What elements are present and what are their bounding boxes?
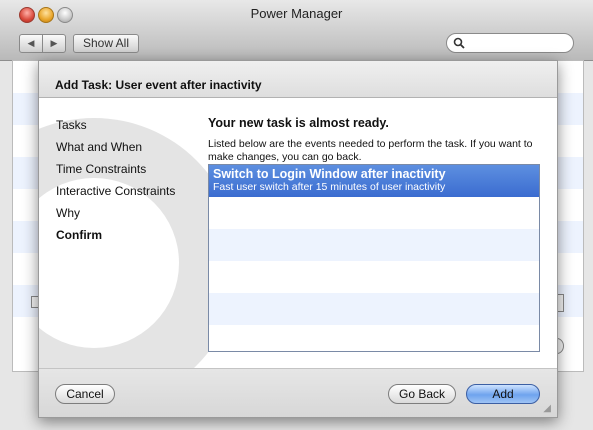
sheet-footer: Cancel Go Back Add ◢ [39, 368, 557, 417]
add-task-sheet: Add Task: User event after inactivity Ta… [38, 60, 558, 418]
step-interactive-constraints: Interactive Constraints [56, 184, 176, 198]
back-forward-control: ◀ ▶ [19, 34, 66, 53]
step-time-constraints: Time Constraints [56, 162, 147, 176]
empty-row [209, 293, 539, 325]
empty-row [209, 229, 539, 261]
search-icon [453, 37, 465, 49]
sheet-title: Add Task: User event after inactivity [55, 78, 262, 92]
step-why: Why [56, 206, 80, 220]
sheet-body: Tasks What and When Time Constraints Int… [39, 98, 557, 368]
back-arrow-icon[interactable]: ◀ [20, 35, 43, 52]
events-table[interactable]: Switch to Login Window after inactivity … [208, 164, 540, 352]
empty-row [209, 197, 539, 229]
event-subtitle: Fast user switch after 15 minutes of use… [213, 181, 446, 193]
go-back-button[interactable]: Go Back [388, 384, 456, 404]
show-all-button[interactable]: Show All [73, 34, 139, 53]
event-row[interactable]: Switch to Login Window after inactivity … [209, 165, 539, 197]
wizard-steps: Tasks What and When Time Constraints Int… [56, 114, 175, 246]
confirm-heading: Your new task is almost ready. [208, 116, 389, 130]
resize-grip-icon[interactable]: ◢ [543, 403, 551, 414]
step-confirm: Confirm [56, 228, 102, 242]
empty-row [209, 261, 539, 293]
forward-arrow-icon[interactable]: ▶ [43, 35, 65, 52]
search-input[interactable] [446, 33, 574, 53]
event-title: Switch to Login Window after inactivity [213, 167, 446, 181]
cancel-button[interactable]: Cancel [55, 384, 115, 404]
empty-row [209, 325, 539, 351]
step-tasks: Tasks [56, 118, 87, 132]
confirm-description: Listed below are the events needed to pe… [208, 138, 533, 163]
window-title: Power Manager [250, 6, 343, 21]
add-button[interactable]: Add [466, 384, 540, 404]
step-what-and-when: What and When [56, 140, 143, 154]
sheet-header: Add Task: User event after inactivity [39, 61, 557, 98]
window-toolbar: Power Manager ◀ ▶ Show All [0, 0, 593, 61]
power-manager-window: Power Manager ◀ ▶ Show All Add Task: Use… [0, 0, 593, 430]
